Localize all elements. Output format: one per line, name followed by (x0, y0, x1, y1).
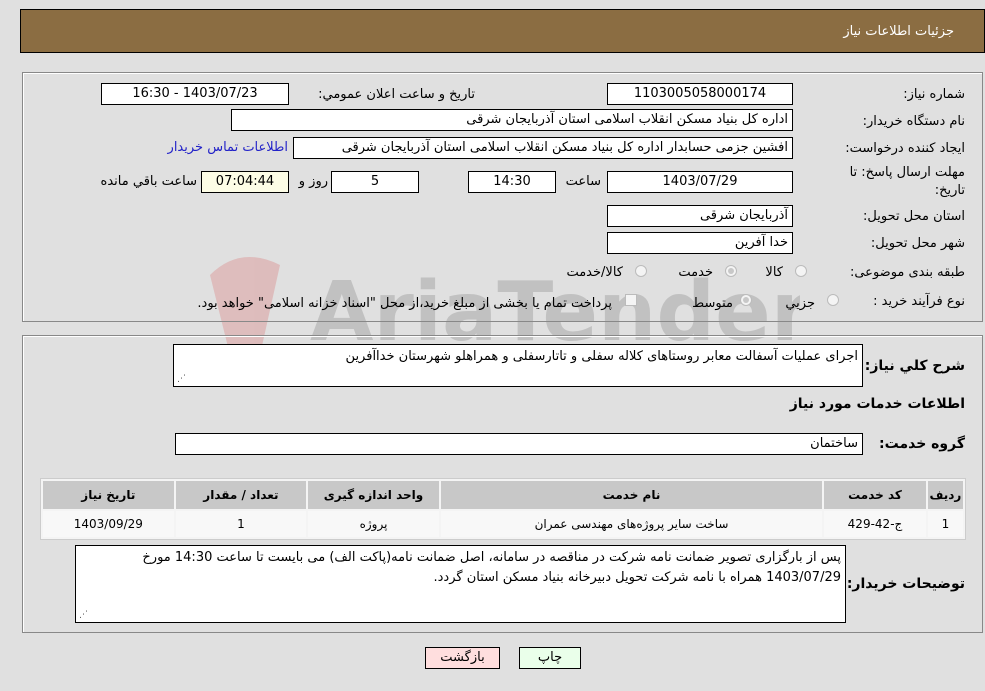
remaining-days-field: 5 (331, 171, 419, 193)
buyer-contact-link[interactable]: اطلاعات تماس خريدار (168, 140, 288, 155)
cell-need-date: 1403/09/29 (43, 511, 174, 537)
cell-service-code: ج-42-429 (824, 511, 926, 537)
process-radio-minor[interactable] (827, 294, 839, 306)
deadline-time-label: ساعت (565, 174, 601, 189)
buyer-org-label: نام دستگاه خريدار: (862, 114, 965, 129)
buyer-notes-text: پس از بارگزاری تصویر ضمانت نامه شرکت در … (142, 550, 841, 585)
buyer-notes-label: توضيحات خريدار: (846, 576, 965, 592)
col-header-service-name: نام خدمت (440, 481, 823, 509)
category-radio-goods[interactable] (795, 265, 807, 277)
category-option-goods-service: کالا/خدمت (566, 265, 623, 280)
creator-label: ايجاد کننده درخواست: (845, 141, 965, 156)
description-text: اجرای عملیات آسفالت معابر روستاهای کلاله… (345, 349, 858, 364)
deadline-label-line2: تاريخ: (934, 183, 965, 198)
province-label: استان محل تحويل: (863, 209, 965, 224)
deadline-time-field: 14:30 (468, 171, 556, 193)
services-table: رديف کد خدمت نام خدمت واحد اندازه گيری ت… (40, 478, 966, 540)
description-label: شرح کلي نياز: (864, 358, 965, 374)
treasury-checkbox[interactable] (625, 294, 637, 306)
back-button[interactable]: بازگشت (425, 647, 500, 669)
category-radio-service[interactable] (725, 265, 737, 277)
col-header-row-number: رديف (927, 481, 963, 509)
city-label: شهر محل تحويل: (870, 236, 965, 251)
need-number-label: شماره نياز: (903, 87, 965, 102)
description-textarea[interactable]: اجرای عملیات آسفالت معابر روستاهای کلاله… (173, 344, 863, 387)
category-radio-goods-service[interactable] (635, 265, 647, 277)
need-number-field: 1103005058000174 (607, 83, 793, 105)
cell-row-number: 1 (927, 511, 963, 537)
cell-quantity: 1 (175, 511, 307, 537)
resize-handle-icon[interactable]: ⋰ (176, 374, 186, 384)
buyer-notes-textarea[interactable]: پس از بارگزاری تصویر ضمانت نامه شرکت در … (75, 545, 846, 623)
category-label: طبقه بندی موضوعی: (849, 265, 965, 280)
announce-label: تاريخ و ساعت اعلان عمومي: (318, 87, 475, 102)
table-row: 1 ج-42-429 ساخت سایر پروژه‌های مهندسی عم… (43, 511, 963, 537)
treasury-checkbox-label: پرداخت تمام يا بخشی از مبلغ خريد،از محل … (197, 296, 612, 311)
category-option-goods: کالا (765, 265, 783, 280)
deadline-label-line1: مهلت ارسال پاسخ: تا (849, 165, 965, 180)
province-field: آذربایجان شرقی (607, 205, 793, 227)
page-header: جزئيات اطلاعات نياز (20, 9, 985, 53)
cell-unit: پروژه (308, 511, 439, 537)
services-section-title: اطلاعات خدمات مورد نياز (789, 396, 965, 412)
service-group-field: ساختمان (175, 433, 863, 455)
table-header-row: رديف کد خدمت نام خدمت واحد اندازه گيری ت… (43, 481, 963, 509)
col-header-quantity: تعداد / مقدار (175, 481, 307, 509)
process-radio-medium[interactable] (740, 294, 752, 306)
col-header-unit: واحد اندازه گيری (308, 481, 439, 509)
process-option-medium: متوسط (692, 296, 733, 311)
remaining-time-field: 07:04:44 (201, 171, 289, 193)
service-group-label: گروه خدمت: (879, 436, 965, 452)
announce-field: 1403/07/23 - 16:30 (101, 83, 289, 105)
category-option-service: خدمت (678, 265, 713, 280)
creator-field: افشین جزمی حسابدار اداره کل بنیاد مسکن ا… (293, 137, 793, 159)
process-label: نوع فرآیند خرید : (873, 294, 965, 309)
process-option-minor: جزيي (785, 296, 815, 311)
buyer-org-field: اداره کل بنیاد مسکن انقلاب اسلامی استان … (231, 109, 793, 131)
days-label: روز و (298, 174, 328, 189)
page-title: جزئيات اطلاعات نياز (843, 24, 954, 39)
deadline-date-field: 1403/07/29 (607, 171, 793, 193)
col-header-service-code: کد خدمت (824, 481, 926, 509)
cell-service-name: ساخت سایر پروژه‌های مهندسی عمران (440, 511, 823, 537)
col-header-need-date: تاريخ نياز (43, 481, 174, 509)
print-button[interactable]: چاپ (519, 647, 581, 669)
remaining-label: ساعت باقي مانده (100, 174, 197, 189)
resize-handle-icon[interactable]: ⋰ (78, 610, 88, 620)
city-field: خدا آفرین (607, 232, 793, 254)
